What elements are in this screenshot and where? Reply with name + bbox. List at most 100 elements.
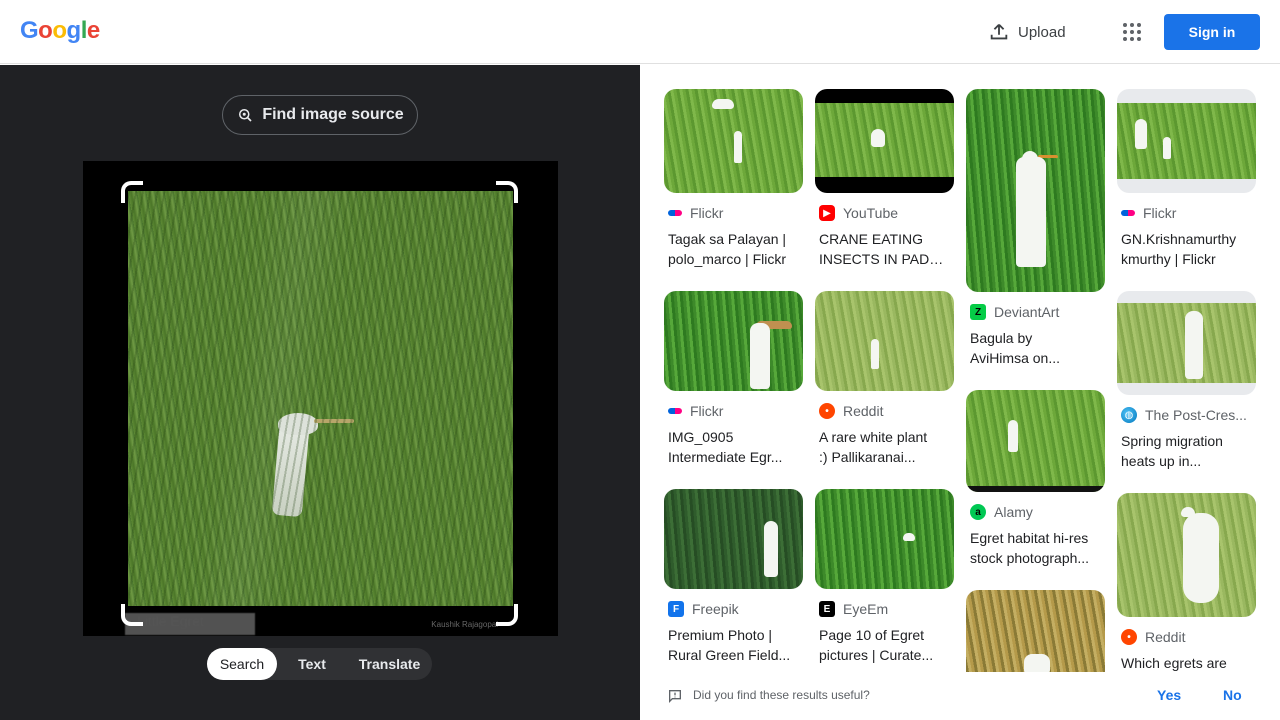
upload-button[interactable]: Upload xyxy=(988,18,1066,46)
result-title: CRANE EATING xyxy=(819,231,923,247)
result-card[interactable] xyxy=(966,590,1105,672)
result-thumbnail xyxy=(1117,291,1256,395)
results-column: Z DeviantArt Bagula by AviHimsa on... a Ala… xyxy=(966,89,1105,672)
result-source: Flickr xyxy=(690,205,724,221)
youtube-icon: ▶ xyxy=(819,205,835,221)
result-title: kmurthy | Flickr xyxy=(1121,251,1216,267)
logo-letter: o xyxy=(52,17,67,44)
feedback-no-button[interactable]: No xyxy=(1223,687,1242,703)
crop-handle-top-right[interactable] xyxy=(496,181,518,203)
result-card[interactable]: F Freepik Premium Photo | Rural Green Fiel… xyxy=(664,489,803,665)
result-title: stock photograph... xyxy=(970,550,1090,566)
result-title: Tagak sa Palayan | xyxy=(668,231,787,247)
flickr-icon xyxy=(1121,210,1135,216)
mode-search-tab[interactable]: Search xyxy=(207,648,277,680)
result-title: Spring migration xyxy=(1121,433,1223,449)
feedback-icon xyxy=(669,690,681,703)
result-source: Flickr xyxy=(1143,205,1177,221)
result-title: polo_marco | Flickr xyxy=(668,251,787,267)
result-thumbnail xyxy=(1117,89,1256,193)
result-source: Flickr xyxy=(690,403,724,419)
result-title: A rare white plant xyxy=(819,429,928,445)
logo-letter: e xyxy=(86,17,100,44)
result-title: Which egrets are xyxy=(1121,655,1227,671)
lens-search-icon xyxy=(239,109,252,122)
image-watermark-right: Kaushik Rajagopal xyxy=(431,620,498,629)
feedback-bar: Did you find these results useful? Yes N… xyxy=(640,672,1280,720)
feedback-question: Did you find these results useful? xyxy=(693,688,870,702)
result-source: Alamy xyxy=(994,504,1033,520)
upload-icon xyxy=(990,24,1008,40)
result-thumbnail xyxy=(664,291,803,391)
result-source: Reddit xyxy=(843,403,884,419)
result-card[interactable]: ◍ The Post-Cres... Spring migration heats … xyxy=(1117,291,1256,471)
result-thumbnail xyxy=(1117,493,1256,617)
result-title: Egret habitat hi-res xyxy=(970,530,1089,546)
result-title: Rural Green Field... xyxy=(668,647,791,663)
result-title: Premium Photo | xyxy=(668,627,773,643)
result-source: EyeEm xyxy=(843,601,889,617)
eyeem-icon: E xyxy=(819,601,835,617)
result-source: The Post-Cres... xyxy=(1145,407,1247,423)
result-thumbnail xyxy=(966,390,1105,492)
globe-icon: ◍ xyxy=(1121,407,1137,423)
crop-handle-top-left[interactable] xyxy=(121,181,143,203)
result-card[interactable]: ▶ YouTube CRANE EATING INSECTS IN PADD... xyxy=(815,89,954,269)
result-thumbnail xyxy=(815,291,954,391)
result-title: AviHimsa on... xyxy=(970,350,1060,366)
result-card[interactable]: • Reddit A rare white plant :) Pallikarana… xyxy=(815,291,954,467)
result-card[interactable]: a Alamy Egret habitat hi-res stock photogr… xyxy=(966,390,1105,568)
result-thumbnail xyxy=(815,89,954,193)
result-card[interactable]: Flickr IMG_0905 Intermediate Egr... xyxy=(664,291,803,467)
result-title: heats up in... xyxy=(1121,453,1202,469)
reddit-icon: • xyxy=(1121,629,1137,645)
result-thumbnail xyxy=(664,489,803,589)
result-title: :) Pallikaranai... xyxy=(819,449,916,465)
flickr-icon xyxy=(668,210,682,216)
feedback-yes-button[interactable]: Yes xyxy=(1157,687,1181,703)
mode-translate-tab[interactable]: Translate xyxy=(347,648,432,680)
logo-letter: g xyxy=(66,17,82,44)
find-image-source-label: Find image source xyxy=(262,106,404,123)
result-thumbnail xyxy=(966,89,1105,292)
freepik-icon: F xyxy=(668,601,684,617)
result-card[interactable]: E EyeEm Page 10 of Egret pictures | Curate… xyxy=(815,489,954,665)
result-thumbnail xyxy=(815,489,954,589)
query-image[interactable]: Little Egret Kaushik Rajagopal xyxy=(83,161,558,636)
results-column: Flickr GN.Krishnamurthy kmurthy | Flickr … xyxy=(1117,89,1256,672)
result-thumbnail xyxy=(966,590,1105,672)
egret-photo xyxy=(128,191,513,606)
apps-grid-icon[interactable] xyxy=(1120,20,1144,44)
sign-in-button[interactable]: Sign in xyxy=(1164,14,1260,50)
result-card[interactable]: Z DeviantArt Bagula by AviHimsa on... xyxy=(966,89,1105,368)
result-source: Freepik xyxy=(692,601,739,617)
result-source: YouTube xyxy=(843,205,899,221)
result-card[interactable]: Flickr GN.Krishnamurthy kmurthy | Flickr xyxy=(1117,89,1256,269)
header: Google Upload Sign in xyxy=(0,0,1280,64)
mode-text-tab[interactable]: Text xyxy=(277,648,347,680)
upload-label: Upload xyxy=(1018,23,1066,41)
find-image-source-button[interactable]: Find image source xyxy=(222,95,418,135)
query-image-pane: Find image source Little Egret Kaushik R… xyxy=(0,65,640,720)
result-source: DeviantArt xyxy=(994,304,1060,320)
result-title: Page 10 of Egret xyxy=(819,627,925,643)
result-title: INSECTS IN PADD... xyxy=(819,251,950,267)
logo-letter: o xyxy=(38,17,53,44)
crop-handle-bottom-left[interactable] xyxy=(121,604,143,626)
result-title: IMG_0905 xyxy=(668,429,734,445)
lens-mode-switcher: Search Text Translate xyxy=(207,648,432,680)
result-card[interactable]: Flickr Tagak sa Palayan | polo_marco | Fl… xyxy=(664,89,803,269)
result-title: Intermediate Egr... xyxy=(668,449,783,465)
logo-letter: G xyxy=(20,17,39,44)
result-card[interactable]: • Reddit Which egrets are xyxy=(1117,493,1256,672)
image-watermark-left: Little Egret xyxy=(125,613,255,635)
result-source: Reddit xyxy=(1145,629,1186,645)
result-title: GN.Krishnamurthy xyxy=(1121,231,1237,247)
deviantart-icon: Z xyxy=(970,304,986,320)
flickr-icon xyxy=(668,408,682,414)
reddit-icon: • xyxy=(819,403,835,419)
result-thumbnail xyxy=(664,89,803,193)
google-logo[interactable]: Google xyxy=(20,17,100,45)
crop-handle-bottom-right[interactable] xyxy=(496,604,518,626)
results-column: ▶ YouTube CRANE EATING INSECTS IN PADD... … xyxy=(815,89,954,665)
